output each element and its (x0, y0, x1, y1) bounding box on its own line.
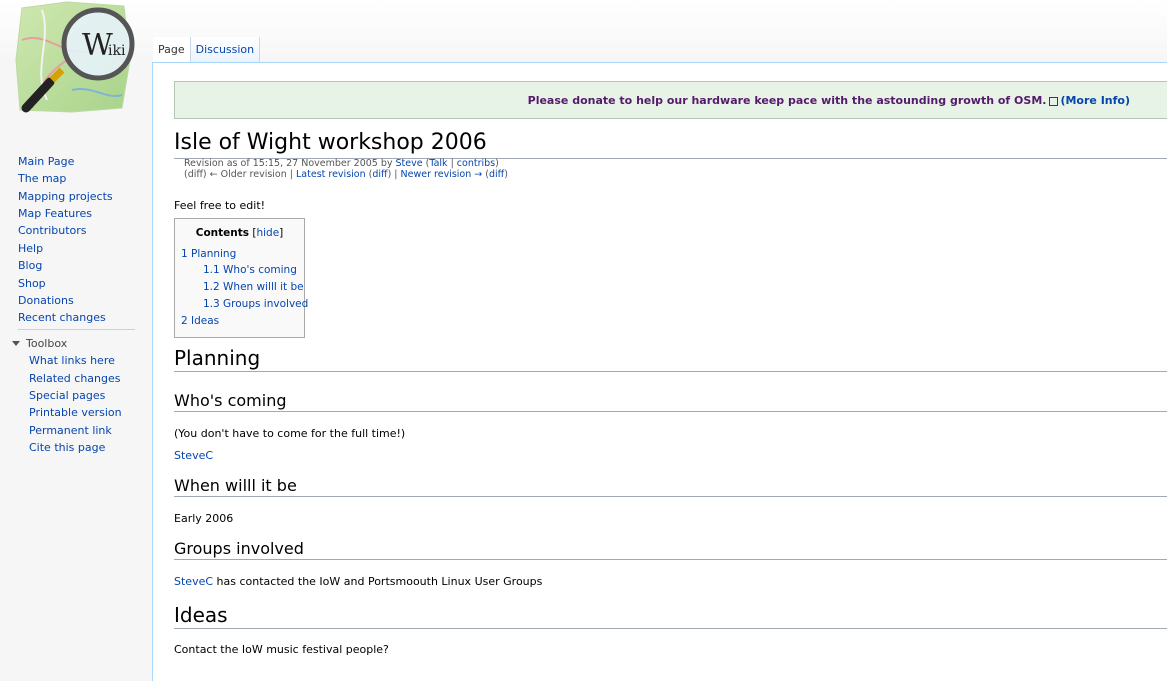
sidebar-item-main-page[interactable]: Main Page (18, 155, 74, 168)
when-text: Early 2006 (174, 512, 234, 525)
toolbox-item-related-changes[interactable]: Related changes (29, 372, 121, 385)
heading-when: When willl it be (174, 476, 1167, 497)
stevec-link[interactable]: SteveC (174, 449, 213, 462)
page-tabs: Page Discussion (153, 37, 261, 63)
older-revision-text: (diff) ← Older revision | (184, 169, 297, 180)
toc-header: Contents [hide] (195, 227, 284, 239)
wiki-logo[interactable]: W iki (12, 0, 137, 122)
toc-item-ideas[interactable]: 2 Ideas (181, 315, 219, 327)
tab-page[interactable]: Page (153, 37, 191, 62)
groups-text: SteveC has contacted the IoW and Portsmo… (174, 575, 542, 588)
sidebar-item-recent-changes[interactable]: Recent changes (18, 311, 106, 324)
sidebar-item-blog[interactable]: Blog (18, 259, 42, 272)
table-of-contents: Contents [hide] 1 Planning 1.1 Who's com… (174, 218, 308, 338)
toc-title: Contents (195, 227, 250, 239)
toc-item-planning[interactable]: 1 Planning (181, 248, 236, 260)
magnifier-map-logo-icon: W iki (15, 1, 135, 113)
revision-text: Revision as of 15:15, 27 November 2005 b… (184, 158, 396, 169)
more-info-link[interactable]: (More Info) (1060, 94, 1130, 107)
toolbox-item-what-links-here[interactable]: What links here (29, 354, 115, 367)
revision-sep: | (447, 158, 457, 169)
toolbox-toggle[interactable]: Toolbox (12, 337, 67, 350)
svg-text:iki: iki (108, 43, 126, 59)
newer-revision-link[interactable]: Newer revision → (401, 169, 483, 180)
revision-sep: ) | (387, 169, 401, 180)
toc-item-groups[interactable]: 1.3 Groups involved (203, 298, 308, 310)
sidebar-item-map-features[interactable]: Map Features (18, 207, 92, 220)
revision-paren-close: ) (495, 158, 499, 169)
revision-paren-close: ) (504, 169, 508, 180)
sidebar-divider (18, 329, 135, 330)
whos-coming-note: (You don't have to come for the full tim… (174, 427, 406, 440)
toc-hide-link[interactable]: hide (256, 227, 279, 239)
diff-link-newer[interactable]: diff (489, 169, 504, 180)
toc-item-whos-coming[interactable]: 1.1 Who's coming (203, 264, 297, 276)
sidebar-item-the-map[interactable]: The map (18, 172, 66, 185)
toolbox-item-printable-version[interactable]: Printable version (29, 406, 122, 419)
toc-item-when[interactable]: 1.2 When willl it be (203, 281, 304, 293)
toolbox-item-cite-this-page[interactable]: Cite this page (29, 441, 105, 454)
heading-whos-coming: Who's coming (174, 391, 1167, 412)
donation-notice-text[interactable]: Please donate to help our hardware keep … (528, 94, 1047, 107)
latest-revision-link[interactable]: Latest revision (296, 169, 366, 180)
diff-link-latest[interactable]: diff (372, 169, 387, 180)
tab-discussion-label: Discussion (195, 43, 255, 56)
sidebar-item-help[interactable]: Help (18, 242, 43, 255)
sidebar-item-shop[interactable]: Shop (18, 277, 46, 290)
revision-paren: ( (482, 169, 489, 180)
revision-user-link[interactable]: Steve (396, 158, 423, 169)
tab-page-label: Page (158, 43, 185, 56)
revision-line-1: Revision as of 15:15, 27 November 2005 b… (184, 158, 508, 169)
toolbox-item-permanent-link[interactable]: Permanent link (29, 424, 112, 437)
toolbox-title: Toolbox (26, 337, 68, 350)
donation-notice: Please donate to help our hardware keep … (174, 81, 1167, 119)
revision-talk-link[interactable]: Talk (429, 158, 447, 169)
revision-info: Revision as of 15:15, 27 November 2005 b… (184, 158, 508, 180)
toolbox-item-special-pages[interactable]: Special pages (29, 389, 105, 402)
intro-text: Feel free to edit! (174, 199, 266, 212)
external-link-icon (1049, 96, 1059, 106)
heading-planning: Planning (174, 345, 1167, 372)
revision-line-2: (diff) ← Older revision | Latest revisio… (184, 169, 508, 180)
groups-stevec-link[interactable]: SteveC (174, 575, 213, 588)
sidebar-item-mapping-projects[interactable]: Mapping projects (18, 190, 113, 203)
ideas-text: Contact the IoW music festival people? (174, 643, 389, 656)
groups-sentence: has contacted the IoW and Portsmoouth Li… (213, 575, 543, 588)
page-title: Isle of Wight workshop 2006 (174, 128, 1167, 159)
revision-contribs-link[interactable]: contribs (457, 158, 495, 169)
sidebar-item-donations[interactable]: Donations (18, 294, 74, 307)
tab-discussion[interactable]: Discussion (190, 37, 261, 62)
heading-ideas: Ideas (174, 602, 1167, 629)
chevron-down-icon (12, 341, 20, 346)
heading-groups: Groups involved (174, 539, 1167, 560)
sidebar-item-contributors[interactable]: Contributors (18, 224, 87, 237)
